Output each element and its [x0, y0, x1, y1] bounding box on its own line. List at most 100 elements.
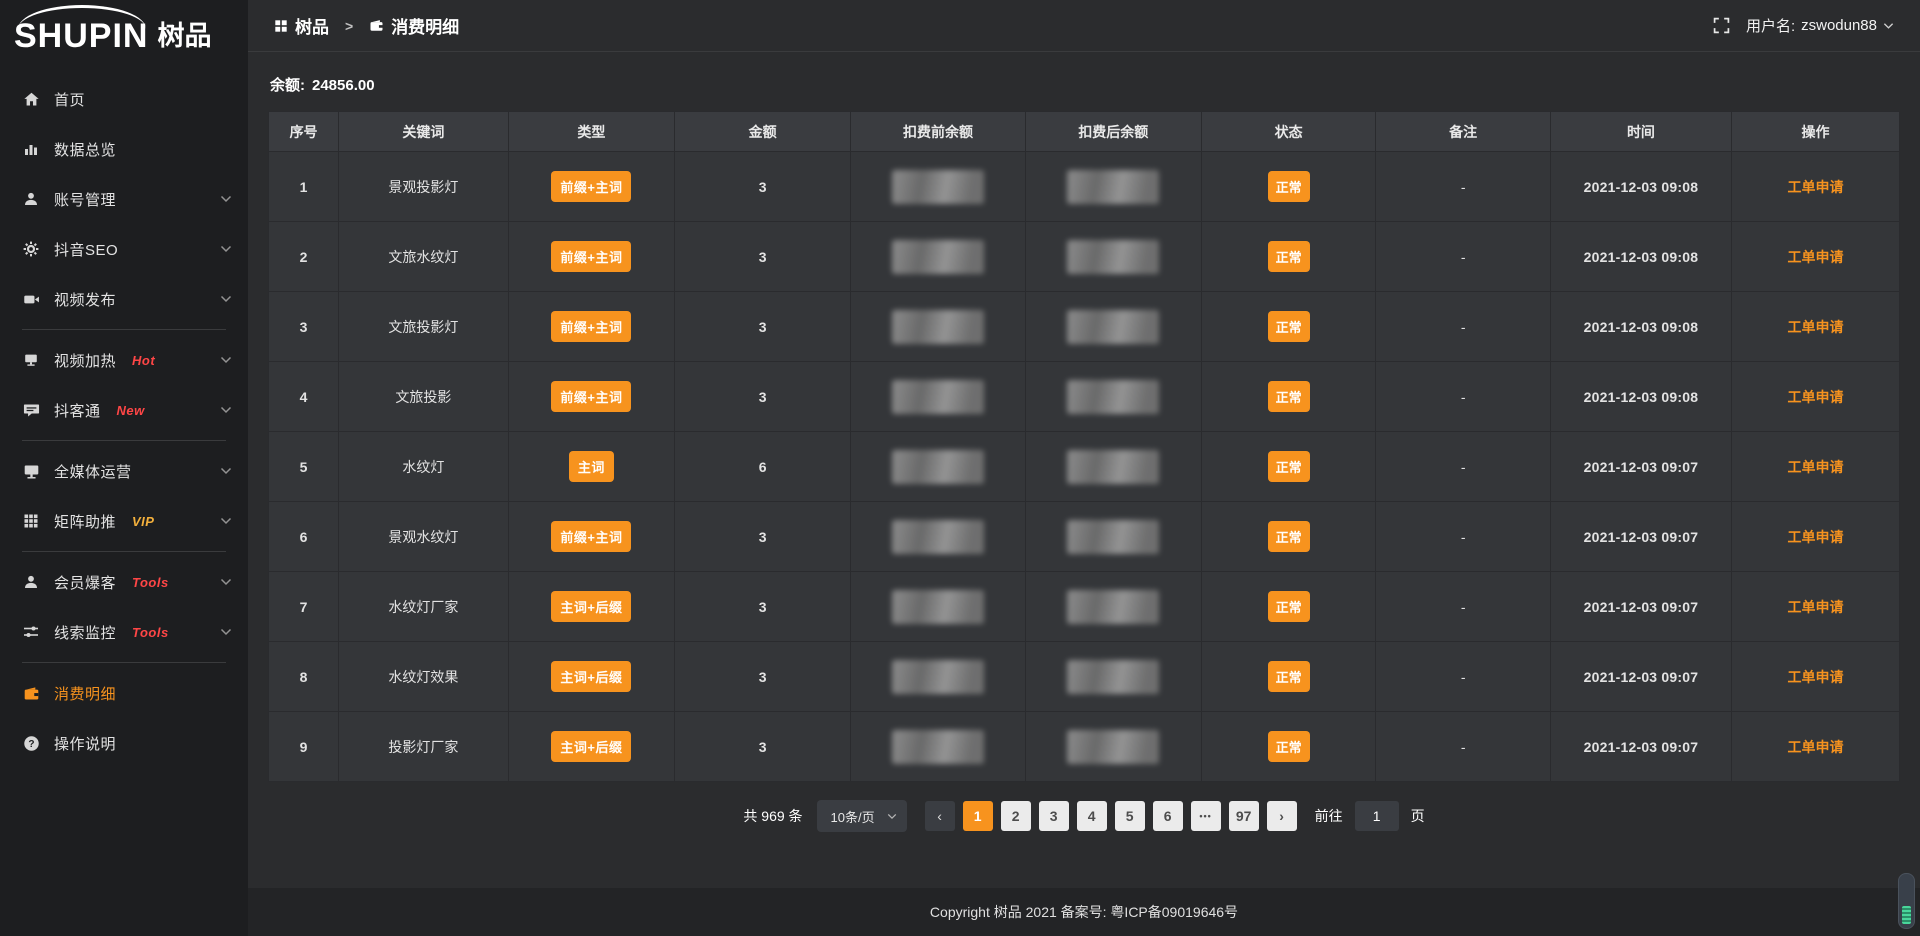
- goto-page-input[interactable]: [1355, 801, 1399, 831]
- ticket-request-link[interactable]: 工单申请: [1787, 179, 1843, 195]
- topbar: 树品 > 消费明细 用户名: zswodun88: [248, 0, 1920, 52]
- cell-keyword: 文旅投影灯: [339, 292, 509, 362]
- sidebar-item-member-baoke[interactable]: 会员爆客 Tools: [0, 557, 248, 607]
- cell-type: 前缀+主词: [508, 152, 674, 222]
- sidebar-item-label: 会员爆客: [54, 572, 116, 593]
- sidebar-item-instructions[interactable]: ? 操作说明: [0, 718, 248, 768]
- status-badge: 正常: [1268, 311, 1310, 342]
- col-header-time: 时间: [1550, 112, 1731, 152]
- topbar-right: 用户名: zswodun88: [1713, 15, 1894, 36]
- page-button-97[interactable]: 97: [1229, 801, 1259, 831]
- sidebar-item-all-media[interactable]: 全媒体运营: [0, 446, 248, 496]
- redacted-balance: [892, 590, 984, 624]
- cell-action: 工单申请: [1731, 712, 1899, 782]
- more-pages-button[interactable]: •••: [1191, 801, 1221, 831]
- cell-amount: 3: [675, 222, 851, 292]
- chevron-down-icon: [220, 295, 232, 303]
- page-button-4[interactable]: 4: [1077, 801, 1107, 831]
- cell-remark: -: [1376, 642, 1551, 712]
- cell-remark: -: [1376, 362, 1551, 432]
- sidebar-item-label: 账号管理: [54, 189, 116, 210]
- ticket-request-link[interactable]: 工单申请: [1787, 319, 1843, 335]
- cell-type: 主词+后缀: [508, 572, 674, 642]
- ticket-request-link[interactable]: 工单申请: [1787, 599, 1843, 615]
- ticket-request-link[interactable]: 工单申请: [1787, 669, 1843, 685]
- col-header-status: 状态: [1201, 112, 1376, 152]
- sidebar-item-label: 视频加热: [54, 350, 116, 371]
- table-row: 7 水纹灯厂家 主词+后缀 3 正常 - 2021-12-03 09:07 工单…: [269, 572, 1900, 642]
- page-size-select[interactable]: 10条/页: [817, 800, 907, 832]
- next-page-button[interactable]: ›: [1267, 801, 1297, 831]
- sidebar-item-consumption-details[interactable]: 消费明细: [0, 668, 248, 718]
- balance: 余额:24856.00: [270, 74, 1900, 95]
- cell-index: 6: [269, 502, 339, 572]
- page-button-6[interactable]: 6: [1153, 801, 1183, 831]
- chevron-down-icon: [220, 517, 232, 525]
- sidebar-item-home[interactable]: 首页: [0, 74, 248, 124]
- cell-keyword: 景观水纹灯: [339, 502, 509, 572]
- vip-badge: VIP: [132, 514, 154, 529]
- fullscreen-icon[interactable]: [1713, 17, 1730, 34]
- cell-pre-balance: [851, 222, 1026, 292]
- ticket-request-link[interactable]: 工单申请: [1787, 249, 1843, 265]
- sidebar-item-account-management[interactable]: 账号管理: [0, 174, 248, 224]
- logo-text-cn: 树品: [157, 23, 211, 52]
- ticket-request-link[interactable]: 工单申请: [1787, 389, 1843, 405]
- cell-post-balance: [1025, 222, 1201, 292]
- redacted-balance: [1067, 660, 1159, 694]
- chevron-down-icon: [220, 195, 232, 203]
- sidebar-item-label: 矩阵助推: [54, 511, 116, 532]
- redacted-balance: [1067, 520, 1159, 554]
- user-menu[interactable]: 用户名: zswodun88: [1746, 15, 1894, 36]
- breadcrumb-root[interactable]: 树品: [274, 13, 329, 38]
- sidebar-divider: [22, 329, 226, 330]
- sidebar-item-video-publish[interactable]: 视频发布: [0, 274, 248, 324]
- redacted-balance: [892, 660, 984, 694]
- cell-keyword: 水纹灯效果: [339, 642, 509, 712]
- cell-action: 工单申请: [1731, 642, 1899, 712]
- page-button-5[interactable]: 5: [1115, 801, 1145, 831]
- chevron-down-icon: [220, 467, 232, 475]
- cell-amount: 3: [675, 502, 851, 572]
- prev-page-button[interactable]: ‹: [925, 801, 955, 831]
- cell-remark: -: [1376, 712, 1551, 782]
- sliders-icon: [22, 623, 40, 641]
- sidebar-item-video-heat[interactable]: 视频加热 Hot: [0, 335, 248, 385]
- question-circle-icon: ?: [22, 734, 40, 752]
- sidebar-item-douketong[interactable]: 抖客通 New: [0, 385, 248, 435]
- cell-time: 2021-12-03 09:08: [1550, 292, 1731, 362]
- cell-time: 2021-12-03 09:08: [1550, 152, 1731, 222]
- sidebar-item-douyin-seo[interactable]: 抖音SEO: [0, 224, 248, 274]
- ticket-request-link[interactable]: 工单申请: [1787, 739, 1843, 755]
- sidebar-divider: [22, 662, 226, 663]
- ticket-request-link[interactable]: 工单申请: [1787, 459, 1843, 475]
- cell-pre-balance: [851, 572, 1026, 642]
- floating-service-widget[interactable]: [1898, 873, 1915, 929]
- page-button-3[interactable]: 3: [1039, 801, 1069, 831]
- page-size-value: 10条/页: [831, 807, 875, 826]
- cell-action: 工单申请: [1731, 502, 1899, 572]
- cell-keyword: 投影灯厂家: [339, 712, 509, 782]
- table-row: 4 文旅投影 前缀+主词 3 正常 - 2021-12-03 09:08 工单申…: [269, 362, 1900, 432]
- cell-status: 正常: [1201, 712, 1376, 782]
- cell-type: 主词+后缀: [508, 712, 674, 782]
- status-badge: 正常: [1268, 381, 1310, 412]
- sidebar-divider: [22, 551, 226, 552]
- page-button-1[interactable]: 1: [963, 801, 993, 831]
- redacted-balance: [892, 170, 984, 204]
- sidebar-item-clue-monitor[interactable]: 线索监控 Tools: [0, 607, 248, 657]
- page-button-2[interactable]: 2: [1001, 801, 1031, 831]
- cell-action: 工单申请: [1731, 292, 1899, 362]
- sidebar-item-matrix-boost[interactable]: 矩阵助推 VIP: [0, 496, 248, 546]
- bar-chart-icon: [22, 140, 40, 158]
- cell-post-balance: [1025, 712, 1201, 782]
- ticket-request-link[interactable]: 工单申请: [1787, 529, 1843, 545]
- cell-post-balance: [1025, 152, 1201, 222]
- cell-action: 工单申请: [1731, 222, 1899, 292]
- chevron-down-icon: [220, 356, 232, 364]
- type-badge: 主词: [569, 451, 614, 482]
- cell-keyword: 景观投影灯: [339, 152, 509, 222]
- cell-index: 4: [269, 362, 339, 432]
- sidebar-item-data-overview[interactable]: 数据总览: [0, 124, 248, 174]
- wallet-icon: [22, 684, 40, 702]
